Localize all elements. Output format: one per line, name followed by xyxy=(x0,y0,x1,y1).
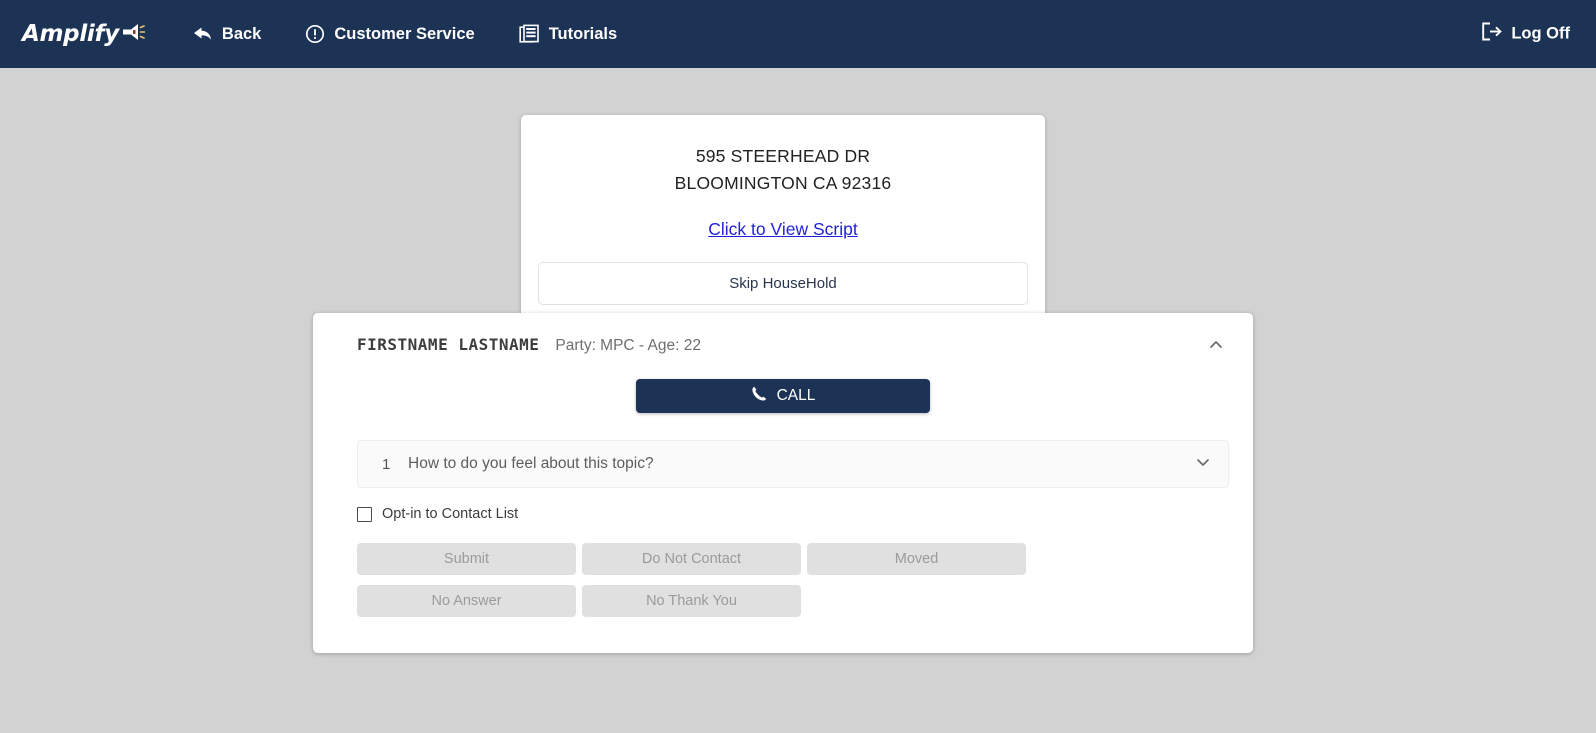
log-off-button[interactable]: Log Off xyxy=(1481,22,1570,47)
optin-contact-list-row[interactable]: Opt-in to Contact List xyxy=(357,506,1231,522)
nav-item-back[interactable]: Back xyxy=(192,25,261,44)
address-card: 595 STEERHEAD DR BLOOMINGTON CA 92316 Cl… xyxy=(521,115,1045,321)
optin-checkbox[interactable] xyxy=(357,506,372,522)
megaphone-icon xyxy=(120,21,146,48)
book-icon xyxy=(519,24,540,45)
question-number: 1 xyxy=(382,455,391,473)
no-answer-button[interactable]: No Answer xyxy=(357,585,576,617)
top-navigation-bar: Amplify Back Customer Service Tutorials … xyxy=(0,0,1596,68)
question-text: How to do you feel about this topic? xyxy=(408,455,654,472)
phone-icon xyxy=(751,385,768,407)
logout-icon xyxy=(1481,22,1503,47)
address-street: 595 STEERHEAD DR xyxy=(695,146,871,166)
brand-name: Amplify xyxy=(22,21,119,47)
address-city-state-zip: BLOOMINGTON CA 92316 xyxy=(674,173,892,193)
nav-item-customer-service-label: Customer Service xyxy=(334,24,475,43)
call-button[interactable]: CALL xyxy=(636,379,930,413)
chevron-up-icon xyxy=(1207,341,1225,358)
action-buttons: Submit Do Not Contact Moved No Answer No… xyxy=(357,543,1229,627)
submit-button[interactable]: Submit xyxy=(357,543,576,575)
skip-household-button[interactable]: Skip HouseHold xyxy=(538,262,1028,305)
exclamation-circle-icon xyxy=(305,24,325,44)
chevron-down-icon[interactable] xyxy=(1194,453,1212,476)
back-arrow-icon xyxy=(192,25,213,43)
log-off-label: Log Off xyxy=(1511,24,1570,43)
moved-button[interactable]: Moved xyxy=(807,543,1026,575)
contact-meta: Party: MPC - Age: 22 xyxy=(555,337,701,354)
contact-header: FIRSTNAME LASTNAME Party: MPC - Age: 22 xyxy=(335,335,1231,355)
view-script-link[interactable]: Click to View Script xyxy=(538,219,1028,240)
nav-item-customer-service[interactable]: Customer Service xyxy=(305,24,475,44)
contact-card: FIRSTNAME LASTNAME Party: MPC - Age: 22 … xyxy=(313,313,1253,653)
collapse-card-button[interactable] xyxy=(1203,332,1229,363)
nav-item-tutorials-label: Tutorials xyxy=(548,24,618,43)
contact-name: FIRSTNAME LASTNAME xyxy=(357,335,540,354)
question-accordion-1[interactable]: 1 How to do you feel about this topic? xyxy=(357,440,1229,488)
nav-item-back-label: Back xyxy=(221,24,262,43)
optin-label: Opt-in to Contact List xyxy=(382,506,519,522)
nav-item-tutorials[interactable]: Tutorials xyxy=(519,24,617,45)
do-not-contact-button[interactable]: Do Not Contact xyxy=(582,543,801,575)
call-button-label: CALL xyxy=(776,387,816,404)
brand-logo[interactable]: Amplify xyxy=(22,21,146,48)
no-thank-you-button[interactable]: No Thank You xyxy=(582,585,801,617)
